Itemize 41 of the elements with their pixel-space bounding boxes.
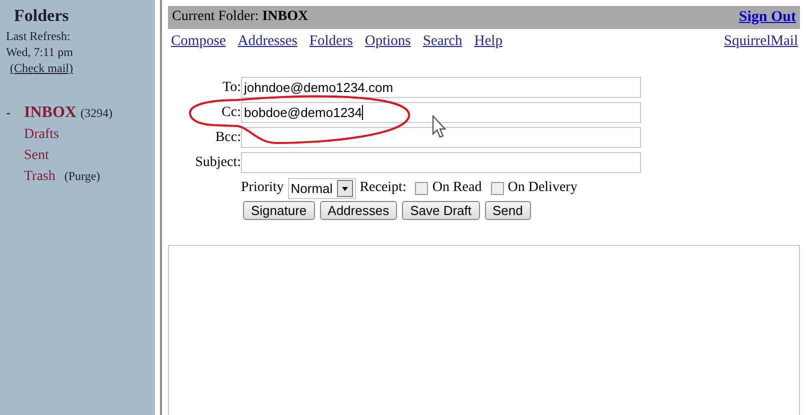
sidebar-title: Folders xyxy=(14,6,70,26)
mouse-cursor-icon xyxy=(432,115,448,139)
message-count: (3294) xyxy=(80,105,112,122)
folder-marker: - xyxy=(6,106,11,121)
nav-link[interactable]: Help xyxy=(474,33,502,50)
field-label: Cc: xyxy=(222,104,241,120)
nav-link[interactable]: Options xyxy=(364,33,411,50)
folder-link[interactable]: Trash xyxy=(24,166,56,187)
nav-link[interactable]: Search xyxy=(422,33,462,50)
form-button[interactable]: Save Draft xyxy=(402,201,480,220)
checkbox-label: On Read xyxy=(432,180,482,196)
input-field[interactable] xyxy=(241,152,641,173)
folder-link[interactable]: INBOX xyxy=(24,102,76,123)
field-label: Subject: xyxy=(195,154,241,170)
form-button[interactable]: Signature xyxy=(243,201,315,220)
field-label: Bcc: xyxy=(215,130,241,144)
input-field[interactable] xyxy=(241,127,641,148)
folder-link[interactable]: Drafts xyxy=(24,124,59,145)
nav-link[interactable]: Folders xyxy=(309,33,353,50)
sign-out-link[interactable]: Sign Out xyxy=(738,9,796,26)
input-field[interactable]: bobdoe@demo1234 xyxy=(241,102,641,123)
form-button[interactable]: Send xyxy=(484,201,531,220)
field-label: To: xyxy=(222,80,241,94)
refresh-label: Last Refresh: xyxy=(6,28,72,44)
priority-dropdown[interactable]: Normal xyxy=(288,178,356,198)
form-button[interactable]: Addresses xyxy=(320,201,398,220)
nav-link[interactable]: Addresses xyxy=(238,33,298,50)
checkbox-label: On Delivery xyxy=(508,180,578,196)
folder-link[interactable]: Sent xyxy=(24,145,49,166)
nav-link[interactable]: Compose xyxy=(171,33,226,50)
priority-label: Priority xyxy=(241,180,284,196)
brand-link[interactable]: SquirrelMail xyxy=(724,33,798,50)
purge-link[interactable]: (Purge) xyxy=(64,166,100,187)
checkbox[interactable] xyxy=(490,182,504,194)
current-folder-label: Current Folder: INBOX xyxy=(172,9,308,26)
check-mail-link[interactable]: (Check mail) xyxy=(10,61,73,75)
refresh-time: Wed, 7:11 pm xyxy=(6,44,74,60)
message-body-field[interactable] xyxy=(168,245,800,415)
input-field[interactable]: johndoe@demo1234.com xyxy=(241,77,641,98)
checkbox[interactable] xyxy=(415,182,428,194)
receipt-label: Receipt: xyxy=(360,180,406,196)
